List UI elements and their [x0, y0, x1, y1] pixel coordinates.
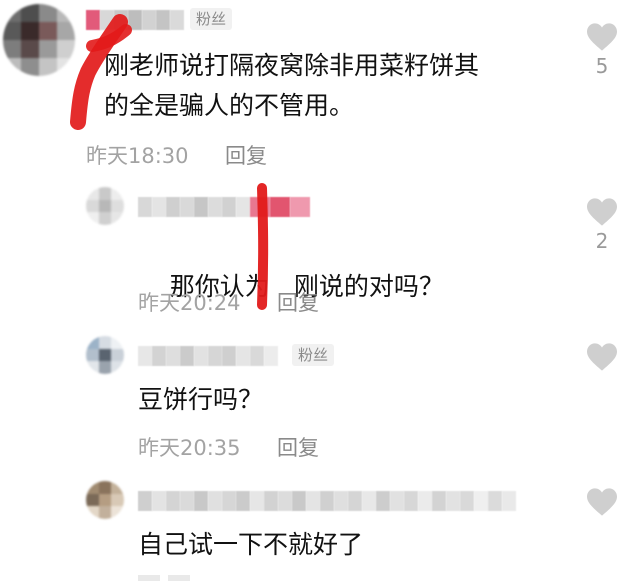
- comment-item: 粉丝 刚老师说打隔夜窝除非用菜籽饼其 的全是骗人的不管用。 昨天18:30 回复…: [0, 0, 639, 175]
- avatar[interactable]: [86, 481, 124, 519]
- like-button[interactable]: 5: [585, 22, 619, 78]
- like-button[interactable]: [585, 342, 619, 372]
- like-count: 5: [595, 54, 609, 78]
- comment-text: 自己试一下不就好了: [138, 530, 364, 559]
- heart-icon: [587, 343, 617, 371]
- like-button[interactable]: 2: [585, 197, 619, 253]
- like-button[interactable]: [585, 487, 619, 517]
- comment-time: 昨天20:35: [138, 436, 241, 460]
- heart-icon: [587, 198, 617, 226]
- reply-item: 自己试一下不就好了: [0, 465, 639, 581]
- fan-badge: 粉丝: [292, 344, 335, 366]
- comment-text-line: 刚老师说打隔夜窝除非用菜籽饼其: [104, 51, 480, 80]
- username-blurred[interactable]: [86, 10, 184, 30]
- avatar[interactable]: [3, 4, 75, 76]
- comment-text: 刚老师说打隔夜窝除非用菜籽饼其 的全是骗人的不管用。: [86, 48, 479, 192]
- heart-icon: [587, 23, 617, 51]
- reply-item: 粉丝 豆饼行吗？ 昨天20:35 回复: [0, 320, 639, 465]
- username-blurred[interactable]: [138, 491, 516, 511]
- reply-item: 那你认为 刚说的对吗？ 昨天20:24 回复 2: [0, 175, 639, 320]
- like-count: 2: [595, 229, 609, 253]
- reply-button[interactable]: 回复: [225, 140, 267, 170]
- username-blurred[interactable]: [138, 346, 278, 366]
- comment-time: 昨天20:24: [138, 291, 241, 315]
- heart-icon: [587, 488, 617, 516]
- meta-row-cut-off: [138, 575, 338, 581]
- comment-text: 豆饼行吗？: [138, 385, 264, 414]
- comment-text-line: 的全是骗人的不管用。: [104, 91, 355, 120]
- avatar[interactable]: [86, 336, 124, 374]
- username-blurred[interactable]: [138, 197, 310, 217]
- fan-badge: 粉丝: [190, 8, 233, 30]
- comment-time: 昨天18:30: [86, 144, 189, 168]
- reply-button[interactable]: 回复: [277, 432, 319, 462]
- reply-button[interactable]: 回复: [277, 287, 319, 317]
- avatar[interactable]: [86, 187, 124, 225]
